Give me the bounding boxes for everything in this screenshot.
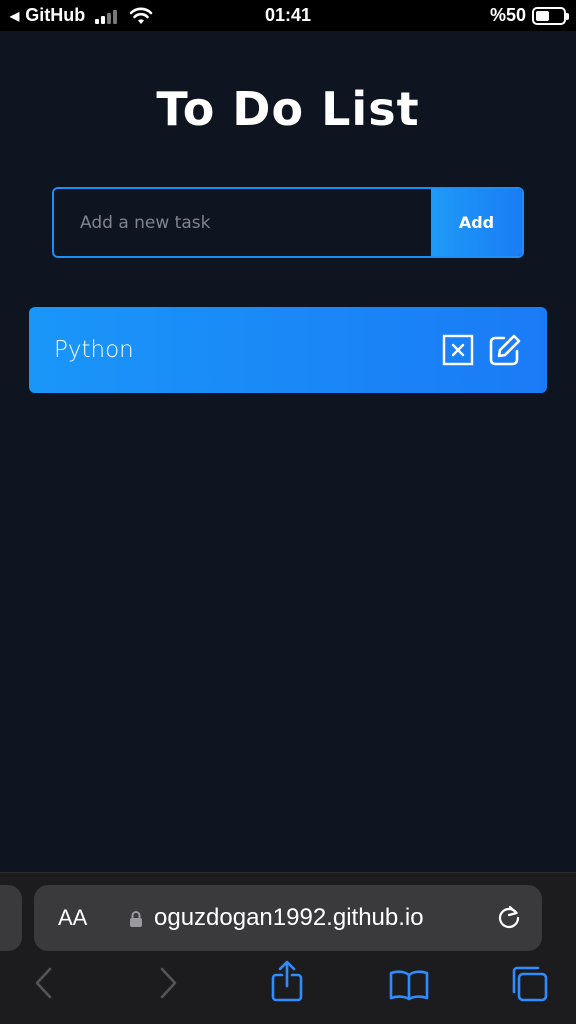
browser-toolbar (0, 960, 576, 1017)
tabs-icon[interactable] (510, 965, 550, 1003)
task-text: Python (54, 337, 134, 363)
browser-bottom-bar: AA oguzdogan1992.github.io (0, 872, 576, 1024)
chevron-right-icon[interactable] (156, 965, 180, 1001)
lock-icon (130, 911, 142, 927)
delete-task-button[interactable] (442, 334, 474, 366)
new-task-form: Add (52, 187, 524, 258)
previous-tab-preview[interactable] (0, 885, 22, 951)
new-task-input[interactable] (54, 189, 431, 256)
bookmarks-icon[interactable] (388, 969, 430, 1001)
task-actions (442, 333, 522, 367)
reload-icon[interactable] (496, 905, 522, 931)
edit-pencil-icon (489, 334, 521, 366)
text-size-button[interactable]: AA (58, 905, 87, 931)
share-icon[interactable] (270, 959, 304, 1003)
url-text: oguzdogan1992.github.io (154, 904, 424, 931)
task-item: Python (29, 307, 547, 393)
add-task-button[interactable]: Add (431, 189, 522, 256)
chevron-left-icon[interactable] (32, 965, 56, 1001)
page-title: To Do List (156, 82, 420, 136)
status-bar: ◀ GitHub 01:41 %50 (0, 0, 576, 31)
battery-icon (532, 6, 569, 25)
status-right: %50 (489, 5, 569, 26)
battery-fill (536, 10, 549, 21)
address-bar[interactable]: AA oguzdogan1992.github.io (34, 885, 542, 951)
delete-x-icon (442, 334, 474, 366)
edit-task-button[interactable] (488, 333, 522, 367)
battery-percentage: %50 (489, 5, 526, 25)
text-size-label: AA (58, 905, 88, 930)
